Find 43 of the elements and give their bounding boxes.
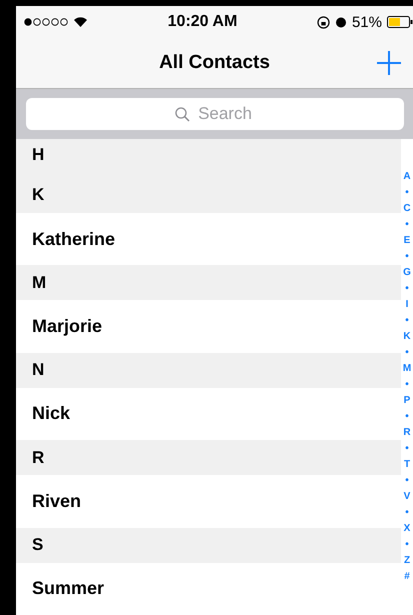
section-letter: S	[32, 535, 44, 556]
index-letter[interactable]: R	[403, 425, 411, 441]
index-letter[interactable]: •	[405, 217, 409, 233]
section-letter: N	[32, 360, 44, 380]
plus-icon	[375, 49, 403, 77]
index-letter[interactable]: T	[404, 457, 410, 473]
section-letter: M	[32, 272, 46, 293]
index-letter[interactable]: C	[403, 201, 411, 217]
signal-icon	[24, 18, 68, 26]
search-icon	[175, 107, 190, 122]
index-letter[interactable]: •	[405, 441, 409, 457]
index-letter[interactable]: M	[402, 361, 412, 377]
index-letter[interactable]: •	[405, 505, 409, 521]
index-letter[interactable]: P	[404, 393, 410, 409]
index-letter[interactable]: •	[405, 537, 409, 553]
index-letter[interactable]: A	[403, 169, 411, 185]
battery-percent: 51%	[352, 14, 382, 30]
index-letter[interactable]: E	[404, 233, 410, 249]
index-letter[interactable]: K	[403, 329, 411, 345]
index-letter[interactable]: V	[404, 489, 410, 505]
index-letter[interactable]: Z	[404, 553, 410, 569]
wifi-icon	[73, 16, 88, 28]
index-letter[interactable]: #	[404, 569, 410, 585]
index-letter[interactable]: I	[406, 297, 408, 313]
section-letter: R	[32, 448, 44, 468]
index-letter[interactable]: •	[405, 409, 409, 425]
index-letter[interactable]: G	[403, 265, 411, 281]
index-letter[interactable]: •	[405, 281, 409, 297]
index-letter[interactable]: •	[405, 249, 409, 265]
add-button[interactable]	[375, 49, 403, 77]
battery-icon	[387, 16, 413, 28]
nav-title: All Contacts	[159, 52, 270, 74]
rotation-lock-icon	[316, 16, 330, 28]
index-letter[interactable]: X	[404, 521, 410, 537]
section-letter: K	[32, 185, 44, 206]
status-time: 10:20 AM	[168, 13, 238, 31]
index-letter[interactable]: •	[405, 377, 409, 393]
index-letter[interactable]: •	[405, 473, 409, 489]
section-letter: H	[32, 145, 44, 165]
index-letter[interactable]: •	[405, 313, 409, 329]
index-letter[interactable]: •	[405, 185, 409, 201]
index-letter[interactable]: •	[405, 345, 409, 361]
search-field[interactable]: Search	[26, 98, 404, 130]
